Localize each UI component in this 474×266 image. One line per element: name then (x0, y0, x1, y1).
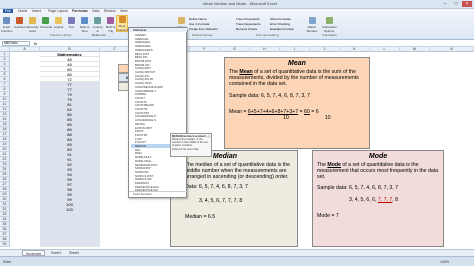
use-in-formula-button[interactable]: Use in Formula (189, 22, 209, 26)
mode-sample: Sample data: 6, 5, 7, 4, 6, 8, 7, 3, 7 (317, 184, 399, 191)
calendar-icon (81, 17, 88, 24)
insert-function-item[interactable]: Insert Function... (129, 191, 187, 196)
coins-icon (42, 17, 49, 24)
tab-view[interactable]: View (120, 9, 128, 13)
math-icon (107, 17, 114, 24)
autosum-button[interactable]: AutoSum (14, 17, 26, 29)
tab-file[interactable]: File (3, 9, 13, 13)
name-box[interactable]: MEDIAN (2, 41, 30, 46)
column-header[interactable]: F (190, 47, 220, 52)
mean-definition: The Mean of a set of quantitative data i… (229, 69, 359, 88)
sheet-tabs-bar: Worksheet Sheet1 Sheet2 (0, 249, 474, 256)
tab-review[interactable]: Review (104, 9, 115, 13)
maximize-icon[interactable]: □ (451, 1, 461, 7)
column-header[interactable]: G (220, 47, 250, 52)
financial-button[interactable]: Financial (40, 17, 52, 29)
remove-arrows-button[interactable]: Remove Arrows (236, 27, 257, 31)
show-formulas-button[interactable]: Show Formulas (270, 17, 291, 21)
column-header[interactable]: M (400, 47, 430, 52)
column-header[interactable]: I (280, 47, 310, 52)
tab-page-layout[interactable]: Page Layout (48, 9, 68, 13)
ribbon-tabs: File Home Insert Page Layout Formulas Da… (0, 9, 474, 15)
text-icon (68, 17, 75, 24)
math-trig-button[interactable]: Math & Trig (105, 17, 116, 33)
statistical-functions-menu: Statistical AVEDEV AVERAGE AVERAGEA AVERAGE… (128, 27, 187, 198)
median-definition: The median of a set of quantitative data… (185, 162, 290, 181)
mean-panel: Mean The Mean of a set of quantitative d… (224, 57, 370, 149)
function-icon (3, 17, 10, 24)
defined-names-label: Defined Names (192, 33, 213, 37)
trace-precedents-button[interactable]: Trace Precedents (236, 17, 260, 21)
status-mode: Enter (3, 260, 12, 264)
watch-window-icon (308, 17, 316, 24)
define-name-button[interactable]: Define Name (189, 17, 207, 21)
recently-used-button[interactable]: Recently Used (27, 17, 39, 33)
star-icon (29, 17, 36, 24)
tooltip-help: Press F1 for more help. (172, 148, 200, 151)
close-icon[interactable]: × (462, 1, 472, 7)
column-header[interactable]: N (430, 47, 474, 52)
name-manager-icon (178, 17, 185, 24)
status-bar: Enter 100% (0, 256, 474, 266)
mode-result: Mode = 7 (317, 213, 339, 220)
function-tooltip: MEDIAN(number1,number2,...) Returns the … (170, 133, 212, 157)
tab-home[interactable]: Home (18, 9, 27, 13)
tab-formulas[interactable]: Formulas (72, 9, 88, 13)
sigma-icon (16, 17, 23, 24)
mean-sample: Sample data: 6, 5, 7, 4, 6, 8, 7, 3, 7 (229, 92, 311, 99)
window-title: Mean Median and Mode - Microsoft Excel (203, 1, 277, 6)
tab-insert[interactable]: Insert (32, 9, 41, 13)
lookup-reference-button[interactable]: Lookup & Reference (92, 17, 106, 37)
calculation-options-button[interactable]: Calculation Options (322, 17, 337, 33)
row-header[interactable]: 39 (0, 242, 10, 247)
data-cell[interactable] (40, 242, 100, 247)
column-header[interactable]: J (310, 47, 340, 52)
lookup-icon (94, 17, 101, 24)
evaluate-formula-button[interactable]: Evaluate Formula (270, 27, 294, 31)
more-functions-icon (118, 16, 126, 23)
column-header[interactable]: K (340, 47, 370, 52)
fx-icon[interactable]: fx (34, 41, 37, 46)
column-header[interactable]: L (370, 47, 400, 52)
more-functions-button[interactable]: More Functions (116, 15, 130, 32)
question-icon (55, 17, 62, 24)
title-bar: Mean Median and Mode - Microsoft Excel –… (0, 0, 474, 9)
function-library-label: Function Library (50, 33, 72, 37)
trace-dependents-button[interactable]: Trace Dependents (236, 22, 261, 26)
mode-panel: Mode The Mode of a set of quantitative d… (312, 150, 444, 247)
statistical-menu-header[interactable]: Statistical (129, 28, 187, 32)
mode-sorted: 3, 4, 5, 6, 6, 7, 7, 7, 8 (349, 196, 399, 203)
column-header[interactable]: C (100, 47, 130, 52)
mean-title: Mean (288, 60, 306, 67)
median-sample: Data: 6, 5, 7, 4, 6, 8, 7, 3, 7 (185, 183, 248, 190)
calculation-label: Calculation (322, 33, 337, 37)
create-from-selection-button[interactable]: Create from Selection (189, 27, 218, 31)
tooltip-body: Returns the median, or the number in the… (172, 138, 208, 147)
date-time-button[interactable]: Date & Time (79, 17, 90, 33)
mode-definition: The Mode of a set of quantitative data i… (317, 162, 439, 181)
column-header[interactable]: H (250, 47, 280, 52)
formula-auditing-label: Formula Auditing (256, 33, 279, 37)
zoom-level[interactable]: 100% (440, 260, 449, 264)
insert-function-button[interactable]: Insert Function (1, 17, 13, 33)
median-panel: Median The median of a set of quantitati… (170, 150, 298, 247)
watch-window-button[interactable]: Watch Window (305, 17, 319, 33)
mode-title: Mode (368, 153, 388, 160)
error-checking-button[interactable]: Error Checking (270, 22, 290, 26)
median-sorted: 3, 4, 5, 6, 7, 7, 7, 8 (199, 197, 243, 204)
column-header[interactable]: A (10, 47, 40, 52)
tab-data[interactable]: Data (92, 9, 99, 13)
calculator-icon (325, 17, 333, 24)
text-button[interactable]: Text (66, 17, 77, 29)
minimize-icon[interactable]: – (440, 1, 450, 7)
mean-denominators: 10 10 (283, 115, 331, 122)
formula-bar: MEDIAN fx (0, 40, 474, 47)
median-result: Median = 6.5 (185, 214, 216, 221)
logical-button[interactable]: Logical (53, 17, 64, 29)
